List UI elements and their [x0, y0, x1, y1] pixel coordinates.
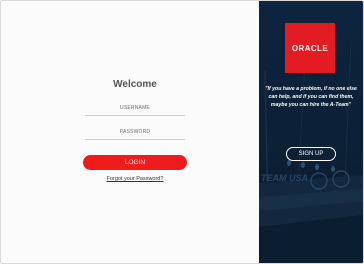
- password-input[interactable]: [85, 125, 185, 140]
- oracle-logo-text: ORACLE: [291, 43, 329, 53]
- welcome-heading: Welcome: [113, 79, 157, 90]
- promo-quote: "If you have a problem, if no one else c…: [265, 86, 357, 108]
- login-window: Welcome LOGIN Forgot your Password?: [0, 0, 364, 264]
- signup-button[interactable]: SIGN UP: [286, 147, 336, 161]
- username-input[interactable]: [85, 101, 185, 116]
- forgot-password-link[interactable]: Forgot your Password?: [1, 176, 269, 182]
- login-panel: Welcome LOGIN Forgot your Password?: [1, 1, 259, 263]
- oracle-logo: ORACLE: [285, 23, 335, 73]
- login-button[interactable]: LOGIN: [83, 155, 187, 170]
- svg-text:TEAM USA: TEAM USA: [261, 173, 308, 183]
- promo-panel: TEAM USA ORACLE "If you have a problem, …: [259, 1, 363, 263]
